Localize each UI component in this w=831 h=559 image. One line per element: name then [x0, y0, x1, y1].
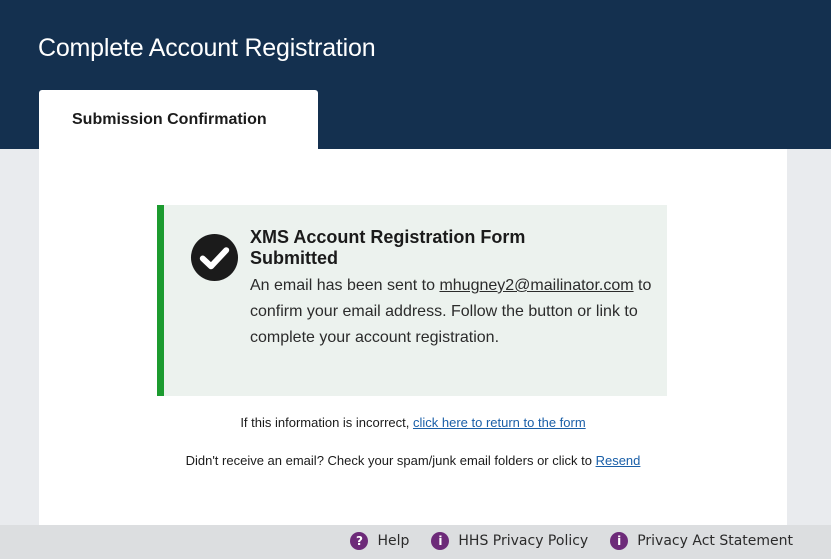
- success-alert: XMS Account Registration Form Submitted …: [157, 205, 667, 396]
- footer-link-privacy-act-statement[interactable]: i Privacy Act Statement: [610, 532, 793, 550]
- help-icon: ?: [350, 532, 369, 550]
- resend-info-line: Didn't receive an email? Check your spam…: [39, 453, 787, 468]
- incorrect-info-line: If this information is incorrect, click …: [39, 415, 787, 430]
- footer-link-label: Privacy Act Statement: [637, 533, 793, 549]
- header-banner: Complete Account Registration Submission…: [0, 0, 831, 150]
- check-circle-icon: [190, 233, 239, 282]
- main-content: XMS Account Registration Form Submitted …: [39, 149, 787, 525]
- alert-text-before-email: An email has been sent to: [250, 277, 440, 294]
- alert-message: An email has been sent to mhugney2@maili…: [250, 273, 655, 351]
- footer-bar: ? Help i HHS Privacy Policy i Privacy Ac…: [0, 525, 831, 559]
- page-title: Complete Account Registration: [38, 34, 376, 62]
- info-icon: i: [431, 532, 450, 550]
- resend-info-text: Didn't receive an email? Check your spam…: [185, 453, 596, 468]
- tab-submission-confirmation[interactable]: Submission Confirmation: [39, 90, 318, 150]
- resend-link[interactable]: Resend: [596, 453, 641, 468]
- footer-link-help[interactable]: ? Help: [350, 532, 409, 550]
- footer-link-label: Help: [377, 533, 410, 549]
- footer-link-label: HHS Privacy Policy: [458, 533, 589, 549]
- footer-links: ? Help i HHS Privacy Policy i Privacy Ac…: [350, 532, 793, 550]
- info-icon: i: [610, 532, 629, 550]
- footer-link-hhs-privacy-policy[interactable]: i HHS Privacy Policy: [431, 532, 588, 550]
- incorrect-info-text: If this information is incorrect,: [240, 415, 413, 430]
- return-to-form-link[interactable]: click here to return to the form: [413, 415, 586, 430]
- email-address: mhugney2@mailinator.com: [439, 277, 634, 294]
- alert-body: XMS Account Registration Form Submitted …: [250, 227, 655, 351]
- alert-heading: XMS Account Registration Form Submitted: [250, 227, 526, 268]
- tab-label: Submission Confirmation: [72, 111, 267, 128]
